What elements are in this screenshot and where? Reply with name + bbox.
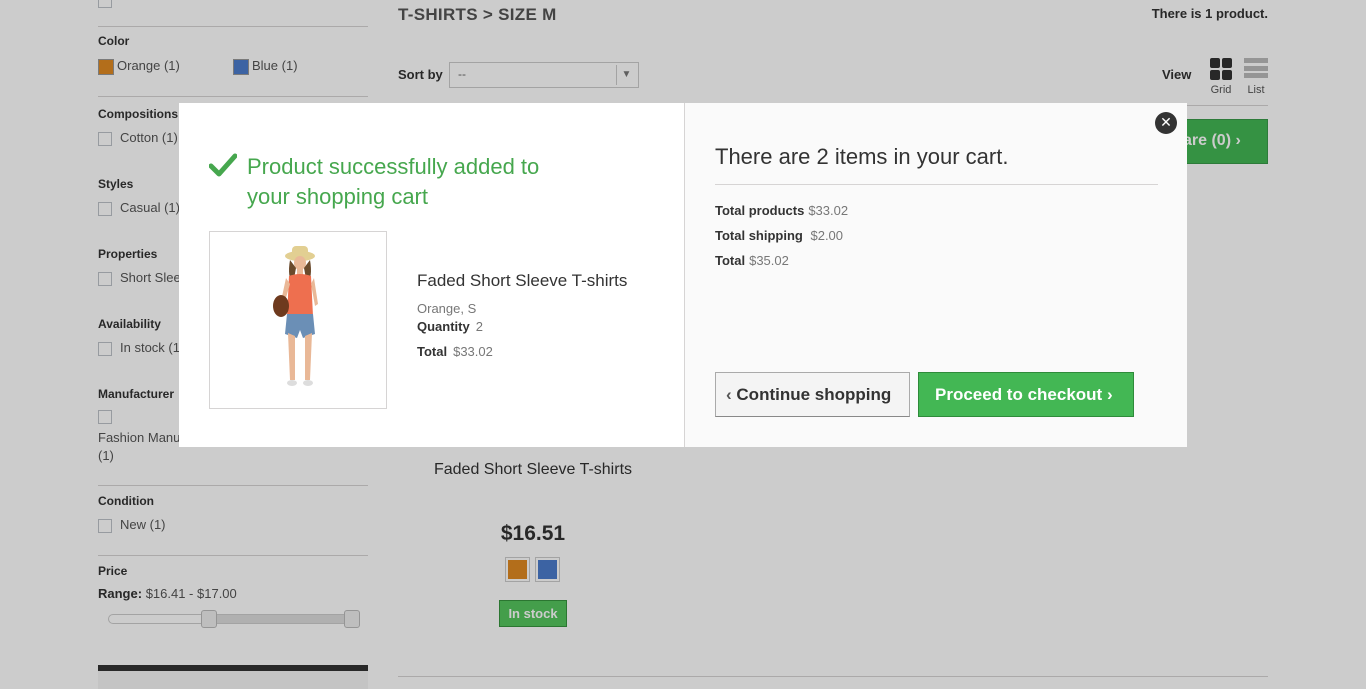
success-message: Product successfully added to your shopp… (247, 154, 540, 209)
total-products: Total products $33.02 (715, 203, 849, 218)
add-to-cart-modal: Product successfully added to your shopp… (179, 103, 1187, 447)
modal-product-name: Faded Short Sleeve T-shirts (417, 271, 628, 290)
divider (715, 184, 1158, 185)
close-icon[interactable]: ✕ (1155, 112, 1177, 134)
added-product-panel: Product successfully added to your shopp… (179, 103, 684, 447)
continue-shopping-button[interactable]: ‹ Continue shopping (715, 372, 910, 417)
product-total: Total $33.02 (417, 344, 493, 359)
checkmark-icon (209, 153, 237, 177)
cart-summary-panel: There are 2 items in your cart. Total pr… (684, 103, 1187, 447)
product-quantity: Quantity 2 (417, 319, 483, 334)
cart-total: Total $35.02 (715, 253, 789, 268)
product-image (209, 231, 387, 409)
cart-heading: There are 2 items in your cart. (715, 144, 1009, 169)
model-photo (210, 232, 386, 408)
product-attributes: Orange, S (417, 301, 477, 316)
chevron-left-icon: ‹ (726, 385, 732, 404)
proceed-to-checkout-button[interactable]: Proceed to checkout › (918, 372, 1134, 417)
chevron-right-icon: › (1106, 385, 1113, 404)
total-shipping: Total shipping $2.00 (715, 228, 844, 243)
